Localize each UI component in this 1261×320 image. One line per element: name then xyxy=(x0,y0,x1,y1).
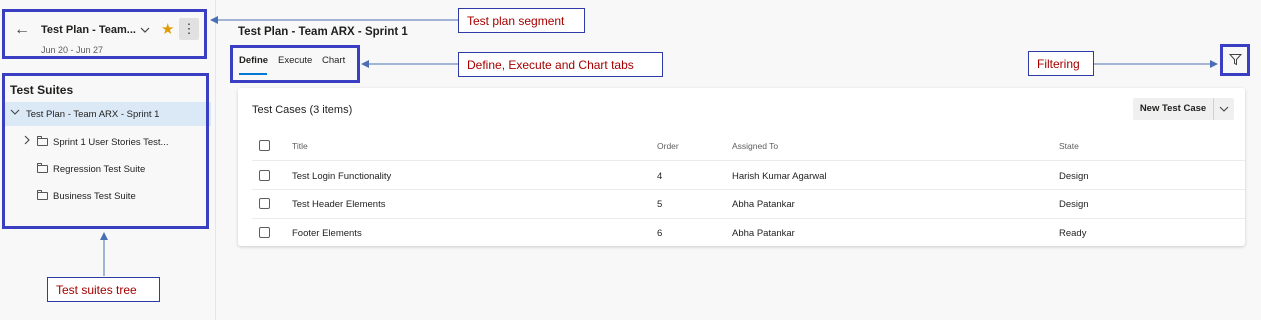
annotation-arrows xyxy=(100,16,1218,276)
callout-filtering: Filtering xyxy=(1028,51,1094,76)
callout-tabs: Define, Execute and Chart tabs xyxy=(458,52,663,77)
callout-plan-segment: Test plan segment xyxy=(458,8,585,33)
callout-suites-tree: Test suites tree xyxy=(47,277,160,302)
